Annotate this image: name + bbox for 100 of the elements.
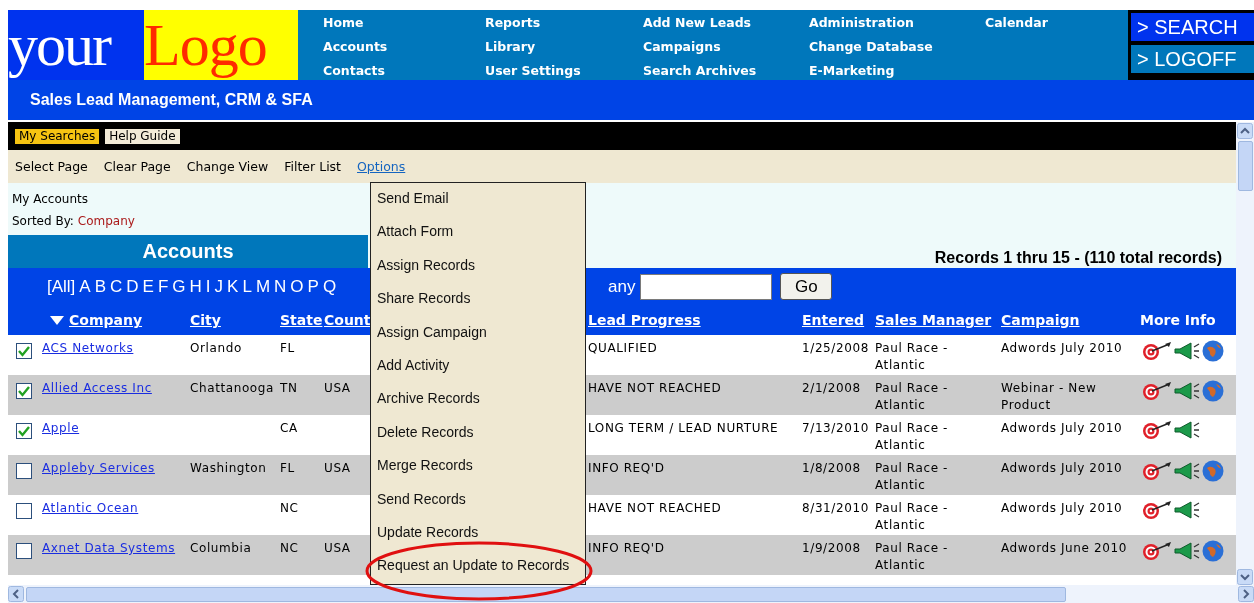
globe-icon[interactable] (1202, 460, 1224, 482)
toolbar-link[interactable]: Select Page (15, 159, 88, 174)
go-button[interactable]: Go (780, 273, 833, 300)
letter-filter[interactable]: M (255, 276, 271, 297)
nav-link[interactable]: Add New Leads (643, 14, 809, 32)
megaphone-icon[interactable] (1174, 382, 1200, 400)
megaphone-icon[interactable] (1174, 462, 1200, 480)
scroll-thumb[interactable] (1237, 141, 1253, 191)
row-checkbox[interactable] (16, 423, 32, 439)
row-checkbox[interactable] (16, 543, 32, 559)
menu-item[interactable]: Add Activity (371, 351, 585, 386)
megaphone-icon[interactable] (1174, 501, 1200, 519)
column-header[interactable]: Lead Progress (588, 312, 701, 328)
globe-icon[interactable] (1202, 340, 1224, 362)
letter-filter[interactable]: Q (322, 276, 337, 297)
menu-item[interactable]: Archive Records (371, 385, 585, 419)
scroll-thumb[interactable] (26, 586, 1066, 602)
letter-filter[interactable]: K (227, 276, 239, 297)
menu-item[interactable]: Send Email (371, 185, 585, 219)
column-header[interactable]: Campaign (1001, 312, 1080, 328)
letter-filter[interactable]: F (157, 276, 169, 297)
company-link[interactable]: Apple (42, 421, 80, 435)
company-link[interactable]: Appleby Services (42, 461, 155, 475)
header-button[interactable]: > LOGOFF (1131, 45, 1254, 73)
toolbar-link[interactable]: Change View (186, 159, 269, 174)
letter-filter[interactable]: I (205, 276, 211, 297)
menu-item[interactable]: Merge Records (371, 452, 585, 486)
target-dart-icon[interactable] (1142, 420, 1172, 440)
scroll-right-icon[interactable] (1238, 586, 1254, 602)
column-header[interactable]: Sales Manager (875, 312, 992, 328)
company-link[interactable]: Atlantic Ocean (42, 501, 139, 515)
letter-filter[interactable]: D (126, 276, 139, 297)
menu-item[interactable]: Share Records (371, 285, 585, 319)
table-cell: Adwords July 2010 (1001, 341, 1123, 355)
vertical-scrollbar[interactable] (1236, 122, 1254, 585)
menu-item[interactable]: Attach Form (371, 218, 585, 252)
row-checkbox[interactable] (16, 463, 32, 479)
megaphone-icon[interactable] (1174, 342, 1200, 360)
sort-arrow-icon[interactable] (50, 315, 64, 325)
quick-tab[interactable]: Help Guide (105, 128, 180, 144)
nav-link[interactable]: Calendar (985, 14, 1085, 32)
column-header[interactable]: Entered (802, 312, 865, 328)
company-link[interactable]: Allied Access Inc (42, 381, 152, 395)
target-dart-icon[interactable] (1142, 381, 1172, 401)
column-header[interactable]: Count (324, 312, 370, 328)
letter-filter[interactable]: B (94, 276, 107, 297)
horizontal-scrollbar[interactable] (8, 585, 1254, 603)
toolbar-link[interactable]: Clear Page (103, 159, 171, 174)
row-checkbox[interactable] (16, 383, 32, 399)
menu-item[interactable]: Assign Campaign (371, 318, 585, 352)
nav-link[interactable]: Change Database (809, 38, 985, 56)
nav-link[interactable]: Search Archives (643, 62, 809, 80)
letter-filter[interactable]: H (189, 276, 202, 297)
nav-link[interactable]: Library (485, 38, 643, 56)
globe-icon[interactable] (1202, 540, 1224, 562)
row-checkbox[interactable] (16, 503, 32, 519)
letter-filter[interactable]: A (79, 276, 91, 297)
letter-filter[interactable]: N (274, 276, 287, 297)
nav-link[interactable]: Reports (485, 14, 643, 32)
menu-item[interactable]: Assign Records (371, 251, 585, 286)
letter-filter[interactable]: L (242, 276, 252, 297)
nav-link[interactable]: Home (323, 14, 485, 32)
quick-tab[interactable]: My Searches (15, 128, 100, 144)
target-dart-icon[interactable] (1142, 541, 1172, 561)
globe-icon[interactable] (1202, 380, 1224, 402)
column-header[interactable]: Company (69, 312, 143, 329)
scroll-left-icon[interactable] (8, 586, 24, 602)
target-dart-icon[interactable] (1142, 461, 1172, 481)
header-button[interactable]: > SEARCH (1131, 13, 1254, 41)
menu-item[interactable]: Delete Records (371, 418, 585, 453)
nav-link[interactable]: Contacts (323, 62, 485, 80)
letter-filter[interactable]: C (110, 276, 123, 297)
search-field[interactable] (640, 273, 773, 300)
letter-filter[interactable]: O (290, 276, 304, 297)
letter-filter[interactable]: P (307, 276, 319, 297)
toolbar-link[interactable]: Filter List (284, 159, 341, 174)
menu-item[interactable]: Send Records (371, 485, 585, 519)
letter-filter[interactable]: G (172, 276, 186, 297)
scroll-down-icon[interactable] (1237, 569, 1253, 585)
row-checkbox[interactable] (16, 343, 32, 359)
target-dart-icon[interactable] (1142, 341, 1172, 361)
letter-filter[interactable]: J (214, 276, 224, 297)
menu-item[interactable]: Update Records (371, 518, 585, 553)
letter-filter[interactable]: E (142, 276, 154, 297)
company-link[interactable]: Axnet Data Systems (42, 541, 176, 555)
column-header[interactable]: City (190, 312, 221, 328)
nav-link[interactable]: Administration (809, 14, 985, 32)
megaphone-icon[interactable] (1174, 542, 1200, 560)
table-cell: TN (280, 381, 298, 395)
nav-link[interactable]: User Settings (485, 62, 643, 80)
nav-link[interactable]: Campaigns (643, 38, 809, 56)
toolbar-link[interactable]: Options (357, 159, 406, 174)
column-header[interactable]: State (280, 312, 323, 328)
company-link[interactable]: ACS Networks (42, 341, 134, 355)
scroll-up-icon[interactable] (1237, 123, 1253, 139)
megaphone-icon[interactable] (1174, 421, 1200, 439)
target-dart-icon[interactable] (1142, 500, 1172, 520)
letter-filter[interactable]: [All] (47, 276, 76, 297)
nav-link[interactable]: Accounts (323, 38, 485, 56)
nav-link[interactable]: E-Marketing (809, 62, 985, 80)
